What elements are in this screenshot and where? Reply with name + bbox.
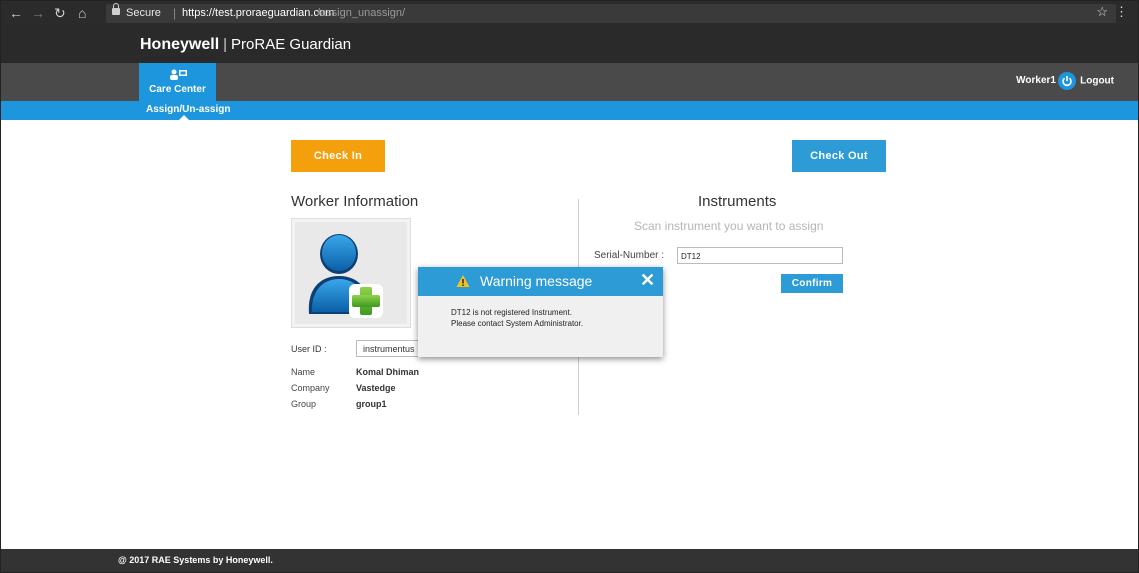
care-center-icon: [169, 69, 187, 80]
group-label: Group: [291, 399, 317, 409]
bookmark-star-icon[interactable]: ☆: [1096, 4, 1108, 20]
add-user-icon: [308, 234, 383, 318]
brand-company: Honeywell: [140, 36, 220, 53]
home-icon[interactable]: ⌂: [78, 5, 86, 21]
group-value: group1: [356, 399, 387, 409]
lock-icon: [112, 3, 120, 15]
logout-button[interactable]: Logout: [1058, 72, 1114, 90]
sub-nav: Assign/Un-assign: [1, 101, 1138, 120]
secure-label: Secure: [126, 7, 161, 19]
name-label: Name: [291, 367, 316, 377]
browser-menu-icon[interactable]: ⋮: [1115, 4, 1128, 20]
brand-logo: Honeywell | ProRAE Guardian: [140, 36, 351, 54]
serial-number-label: Serial-Number :: [594, 250, 665, 261]
brand-divider: |: [223, 36, 228, 53]
url-separator: |: [173, 6, 177, 20]
close-icon[interactable]: ✕: [640, 270, 655, 291]
url-path: /assign_unassign/: [317, 7, 406, 19]
user-id-label: User ID :: [291, 344, 327, 354]
back-arrow-icon[interactable]: ←: [9, 5, 23, 21]
warning-message-line1: DT12 is not registered Instrument.: [451, 308, 572, 317]
warning-dialog-header: Warning message ✕: [418, 267, 663, 296]
page-footer: @ 2017 RAE Systems by Honeywell.: [1, 549, 1138, 572]
worker-info-title: Worker Information: [291, 193, 419, 210]
active-indicator-icon: [179, 115, 189, 120]
warning-dialog: Warning message ✕ DT12 is not registered…: [418, 267, 663, 357]
forward-arrow-icon[interactable]: →: [31, 5, 45, 21]
copyright-text: @ 2017 RAE Systems by Honeywell.: [118, 555, 273, 565]
brand-bar: Honeywell | ProRAE Guardian: [1, 26, 1138, 63]
instruments-title: Instruments: [698, 193, 777, 210]
address-bar[interactable]: Secure | https://test.proraeguardian.com…: [106, 3, 1116, 23]
warning-icon: [456, 275, 470, 287]
current-user: Worker1: [1016, 75, 1056, 86]
check-out-button[interactable]: Check Out: [792, 140, 886, 172]
app-window: ← → ↻ ⌂ Secure | https://test.proraeguar…: [0, 0, 1139, 573]
warning-message-line2: Please contact System Administrator.: [451, 319, 584, 328]
check-in-button[interactable]: Check In: [291, 140, 385, 172]
worker-avatar: [291, 218, 411, 328]
serial-number-input[interactable]: DT12: [677, 247, 843, 264]
main-nav: Care Center Worker1 Logout: [1, 63, 1138, 101]
name-value: Komal Dhiman: [356, 367, 420, 377]
browser-toolbar: ← → ↻ ⌂ Secure | https://test.proraeguar…: [1, 1, 1138, 26]
url-host: https://test.proraeguardian.com: [182, 7, 335, 19]
logout-label: Logout: [1080, 75, 1114, 87]
company-value: Vastedge: [356, 383, 396, 393]
subnav-item-assign-unassign[interactable]: Assign/Un-assign: [146, 104, 230, 115]
warning-dialog-title: Warning message: [480, 273, 593, 289]
confirm-button[interactable]: Confirm: [781, 274, 843, 293]
tab-care-center-label: Care Center: [149, 84, 206, 95]
power-icon: [1058, 72, 1077, 90]
brand-product: ProRAE Guardian: [231, 36, 352, 53]
scan-prompt: Scan instrument you want to assign: [634, 219, 824, 233]
reload-icon[interactable]: ↻: [54, 5, 66, 22]
company-label: Company: [291, 383, 330, 393]
tab-care-center[interactable]: Care Center: [139, 63, 216, 101]
